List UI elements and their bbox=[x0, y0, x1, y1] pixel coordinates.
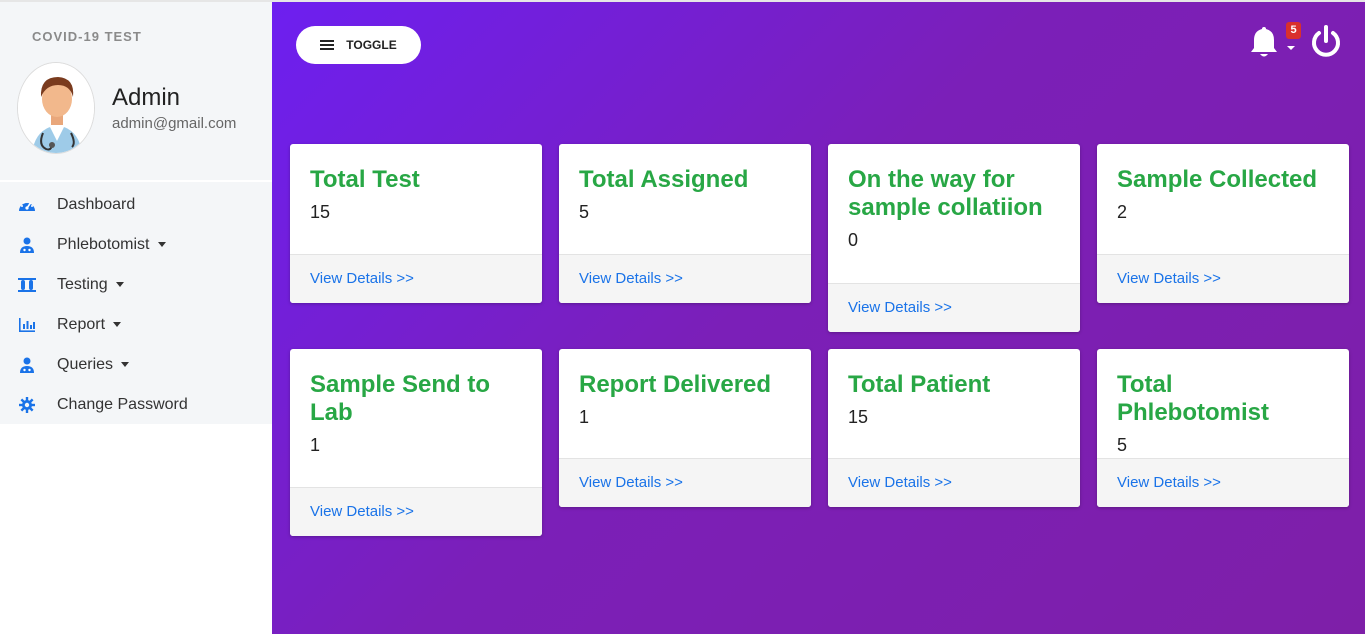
card-title: Sample Collected bbox=[1117, 166, 1318, 193]
test-tubes-icon bbox=[17, 275, 37, 295]
view-details-link[interactable]: View Details >> bbox=[559, 254, 811, 303]
card-title: Sample Send to Lab bbox=[310, 371, 491, 426]
sidebar-item-label: Phlebotomist bbox=[57, 236, 166, 254]
chevron-down-icon bbox=[113, 322, 122, 328]
stat-card-on-the-way: On the way for sample collatiion 0 View … bbox=[828, 144, 1080, 332]
sidebar-item-queries[interactable]: Queries bbox=[0, 345, 272, 385]
chevron-down-icon bbox=[115, 282, 124, 288]
card-value: 2 bbox=[1117, 202, 1128, 222]
bell-icon[interactable] bbox=[1246, 24, 1282, 60]
stat-card-total-patient: Total Patient 15 View Details >> bbox=[828, 349, 1080, 507]
hamburger-icon bbox=[320, 38, 335, 52]
sidebar-item-phlebotomist[interactable]: Phlebotomist bbox=[0, 225, 272, 265]
chevron-down-icon bbox=[157, 242, 166, 248]
stat-card-total-phlebotomist: Total Phlebotomist 5 View Details >> bbox=[1097, 349, 1349, 507]
stat-card-report-delivered: Report Delivered 1 View Details >> bbox=[559, 349, 811, 507]
card-title: Total Test bbox=[310, 166, 420, 193]
sidebar-item-dashboard[interactable]: Dashboard bbox=[0, 185, 272, 225]
sidebar-item-label: Testing bbox=[57, 276, 124, 294]
card-value: 0 bbox=[848, 230, 859, 250]
avatar bbox=[17, 62, 95, 154]
toggle-sidebar-button[interactable]: TOGGLE bbox=[296, 26, 421, 64]
card-title: On the way for sample collatiion bbox=[848, 166, 1043, 221]
stat-card-sample-send-to-lab: Sample Send to Lab 1 View Details >> bbox=[290, 349, 542, 536]
view-details-link[interactable]: View Details >> bbox=[1097, 458, 1349, 507]
bar-chart-icon bbox=[17, 315, 37, 335]
sidebar-item-label: Queries bbox=[57, 356, 130, 374]
profile-panel: COVID-19 TEST Admin admin@gmail.com bbox=[0, 2, 272, 180]
chevron-down-icon[interactable] bbox=[1287, 46, 1295, 50]
view-details-link[interactable]: View Details >> bbox=[828, 283, 1080, 332]
view-details-link[interactable]: View Details >> bbox=[828, 458, 1080, 507]
sidebar-nav: Dashboard Phlebotomist Testing Report Qu… bbox=[0, 182, 272, 424]
stat-card-total-assigned: Total Assigned 5 View Details >> bbox=[559, 144, 811, 303]
brand-title: COVID-19 TEST bbox=[32, 29, 142, 44]
sidebar-item-report[interactable]: Report bbox=[0, 305, 272, 345]
chevron-down-icon bbox=[121, 362, 130, 368]
toggle-label: TOGGLE bbox=[346, 38, 397, 52]
power-icon[interactable] bbox=[1308, 24, 1344, 60]
view-details-link[interactable]: View Details >> bbox=[1097, 254, 1349, 303]
admin-email: admin@gmail.com bbox=[112, 115, 237, 132]
card-value: 1 bbox=[310, 435, 321, 455]
sidebar-item-label: Change Password bbox=[57, 396, 188, 413]
card-title: Total Phlebotomist bbox=[1117, 371, 1270, 426]
view-details-link[interactable]: View Details >> bbox=[290, 487, 542, 536]
card-title: Total Assigned bbox=[579, 166, 749, 193]
user-doctor-icon bbox=[17, 235, 37, 255]
sidebar-item-testing[interactable]: Testing bbox=[0, 265, 272, 305]
card-value: 5 bbox=[1117, 435, 1128, 455]
dashboard-icon bbox=[17, 195, 37, 215]
view-details-link[interactable]: View Details >> bbox=[559, 458, 811, 507]
sidebar-item-label: Report bbox=[57, 316, 122, 334]
stat-card-total-test: Total Test 15 View Details >> bbox=[290, 144, 542, 303]
user-doctor-icon bbox=[17, 355, 37, 375]
gear-icon bbox=[17, 395, 37, 415]
notification-badge: 5 bbox=[1286, 22, 1301, 39]
card-title: Report Delivered bbox=[579, 371, 772, 398]
card-value: 15 bbox=[310, 202, 331, 222]
card-value: 15 bbox=[848, 407, 869, 427]
view-details-link[interactable]: View Details >> bbox=[290, 254, 542, 303]
main-content: TOGGLE 5 Total Test 15 View Details >> T… bbox=[272, 2, 1365, 634]
admin-name: Admin bbox=[112, 84, 181, 111]
stat-card-sample-collected: Sample Collected 2 View Details >> bbox=[1097, 144, 1349, 303]
sidebar-item-change-password[interactable]: Change Password bbox=[0, 385, 272, 425]
card-title: Total Patient bbox=[848, 371, 991, 398]
card-value: 5 bbox=[579, 202, 590, 222]
sidebar-item-label: Dashboard bbox=[57, 196, 136, 213]
sidebar: COVID-19 TEST Admin admin@gmail.com Dash… bbox=[0, 2, 272, 634]
card-value: 1 bbox=[579, 407, 590, 427]
